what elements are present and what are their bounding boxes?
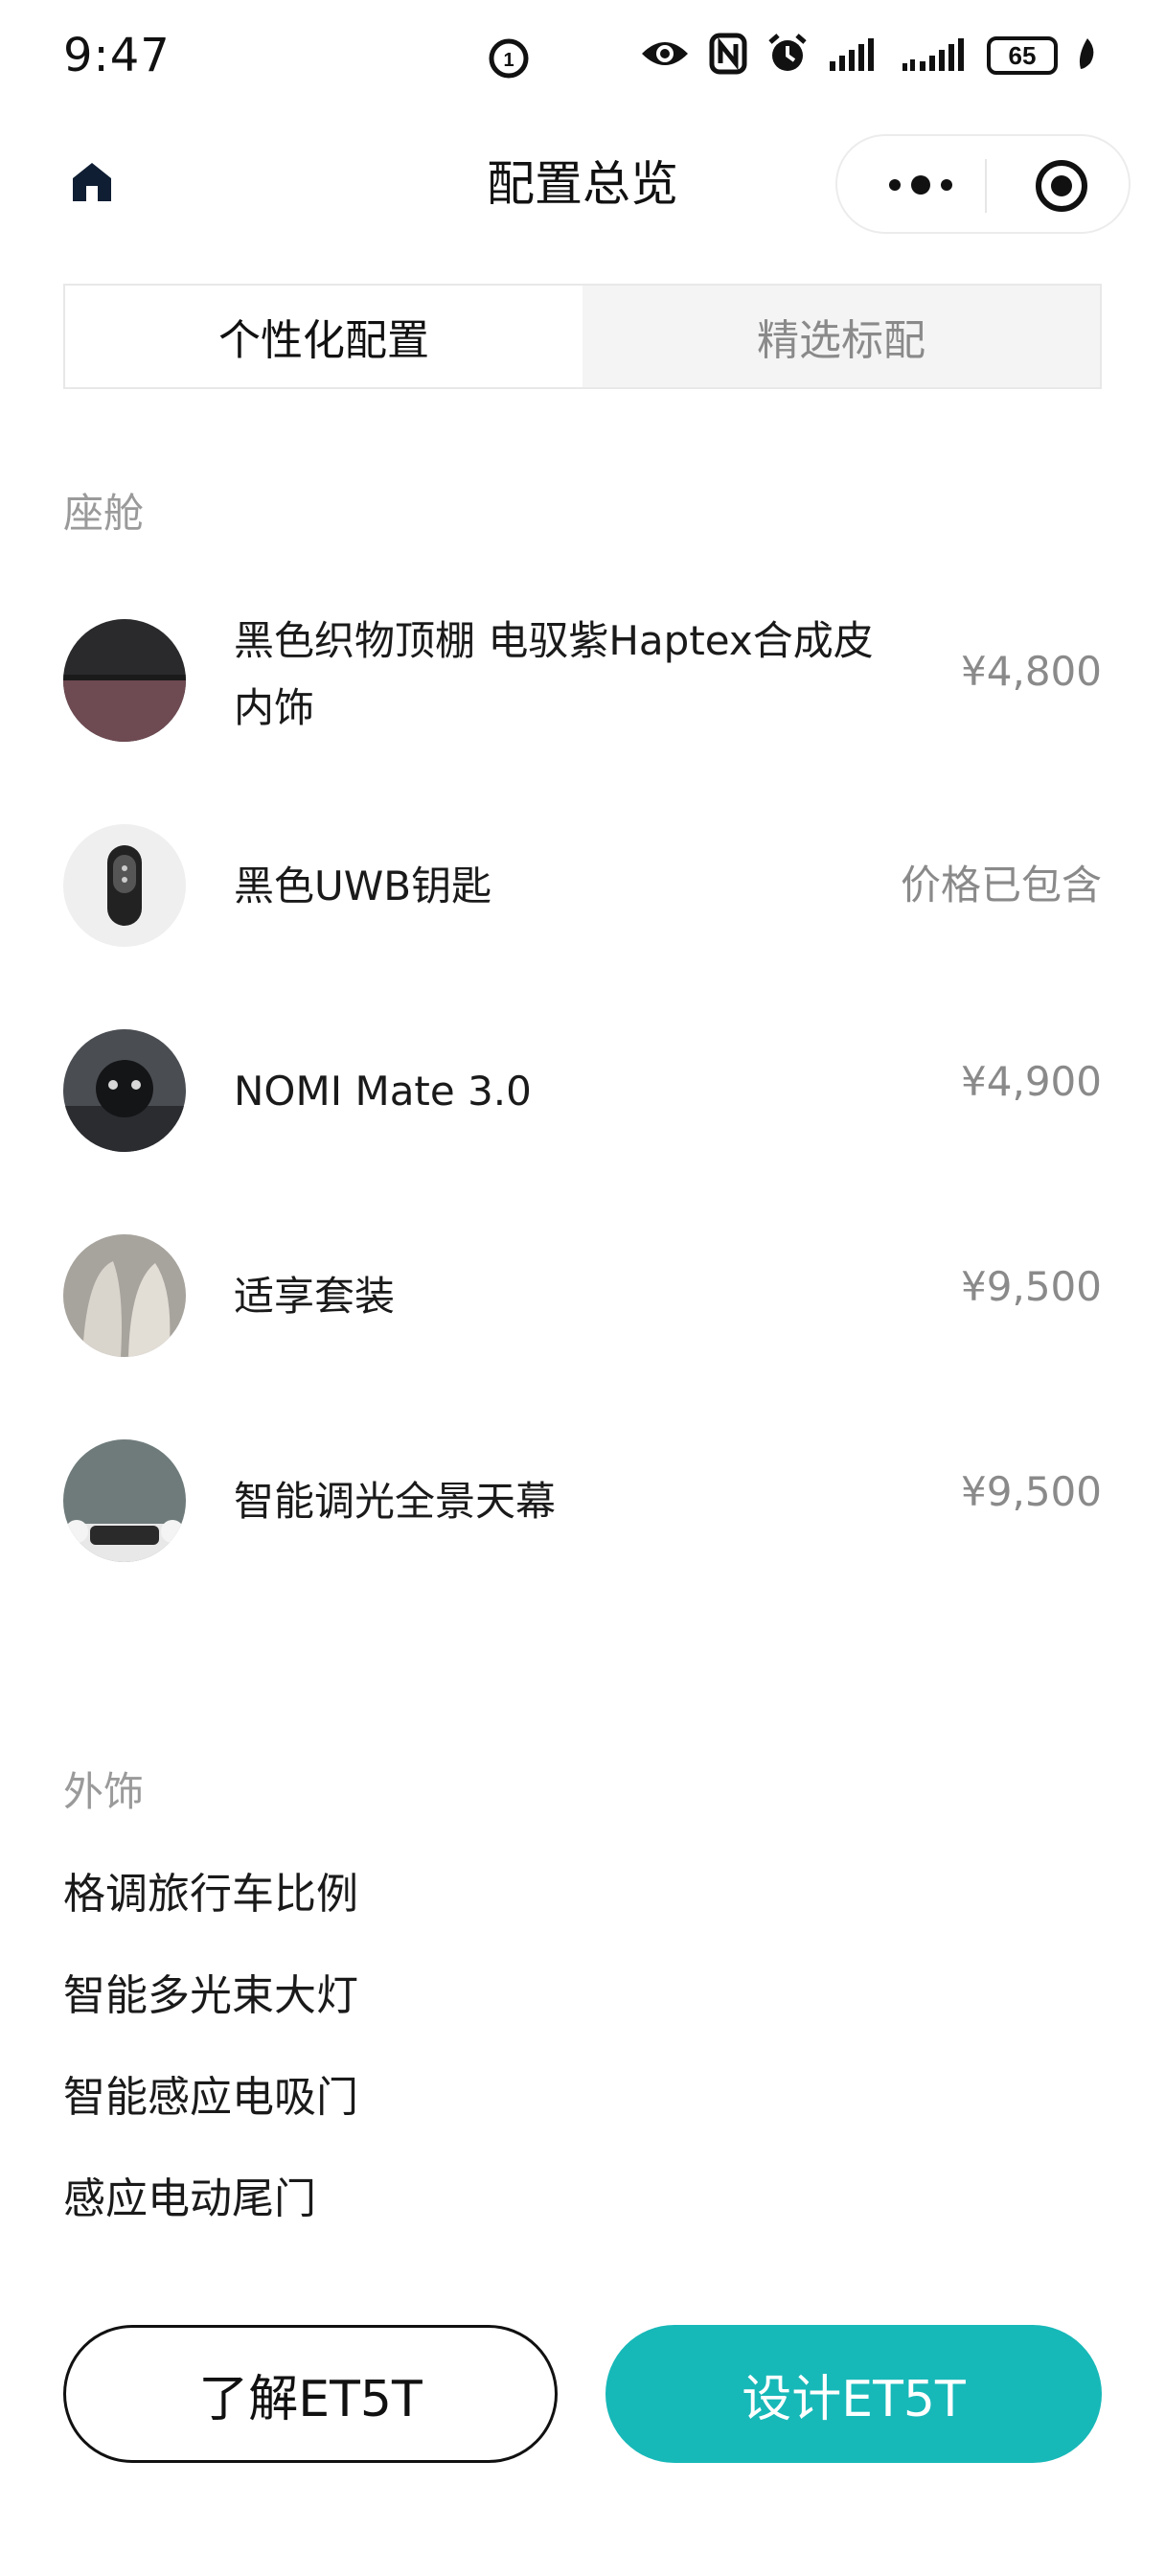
leaf-icon — [1077, 36, 1098, 75]
scroll-fade — [0, 2223, 1165, 2310]
section-label-exterior: 外饰 — [63, 1768, 145, 1815]
list-item: 智能多光束大灯 — [63, 1971, 358, 2020]
eye-comfort-icon — [640, 34, 690, 77]
section-label-cabin: 座舱 — [63, 490, 145, 537]
item-thumbnail — [63, 1234, 186, 1357]
tab-personalized[interactable]: 个性化配置 — [65, 286, 582, 387]
battery-icon: 65 — [987, 36, 1058, 75]
item-thumbnail — [63, 1439, 186, 1562]
mini-program-capsule — [835, 134, 1131, 234]
nav-bar: 配置总览 — [0, 125, 1165, 240]
item-price: ¥4,900 — [961, 1058, 1102, 1105]
list-item[interactable]: NOMI Mate 3.0 ¥4,900 — [63, 1029, 1102, 1154]
status-icons: 65 — [640, 33, 1098, 79]
config-tabs: 个性化配置 精选标配 — [63, 284, 1102, 389]
notification-badge-icon: 1 — [485, 34, 533, 82]
item-name: 适享套装 — [234, 1273, 396, 1320]
item-name-line1: 黑色织物顶棚 电驭紫Haptex合成皮 — [234, 617, 874, 664]
item-thumbnail — [63, 619, 186, 742]
list-item[interactable]: 黑色UWB钥匙 价格已包含 — [63, 824, 1102, 949]
list-item[interactable]: 黑色织物顶棚 电驭紫Haptex合成皮 内饰 ¥4,800 — [63, 617, 1102, 744]
status-time: 9:47 — [63, 29, 171, 82]
item-name: 智能调光全景天幕 — [234, 1478, 557, 1525]
item-price: ¥9,500 — [961, 1468, 1102, 1515]
tab-standard[interactable]: 精选标配 — [582, 286, 1100, 387]
item-name: NOMI Mate 3.0 — [234, 1068, 532, 1115]
item-price: ¥9,500 — [961, 1263, 1102, 1310]
signal-icon — [828, 34, 881, 77]
item-thumbnail — [63, 1029, 186, 1152]
item-price: 价格已包含 — [900, 862, 1102, 908]
item-thumbnail — [63, 824, 186, 947]
item-name: 黑色织物顶棚 电驭紫Haptex合成皮 内饰 — [234, 608, 962, 742]
list-item[interactable]: 智能调光全景天幕 ¥9,500 — [63, 1439, 1102, 1564]
nfc-icon — [709, 33, 747, 79]
item-price: ¥4,800 — [961, 648, 1102, 695]
list-item: 感应电动尾门 — [63, 2174, 316, 2223]
item-name-line2: 内饰 — [234, 684, 315, 731]
svg-text:1: 1 — [503, 50, 514, 71]
item-name: 黑色UWB钥匙 — [234, 862, 492, 909]
signal-icon — [901, 34, 968, 77]
design-button[interactable]: 设计ET5T — [605, 2325, 1102, 2463]
more-dots-icon[interactable] — [878, 161, 964, 209]
list-item: 格调旅行车比例 — [63, 1870, 358, 1919]
learn-button[interactable]: 了解ET5T — [63, 2325, 558, 2463]
alarm-icon — [766, 33, 809, 79]
list-item[interactable]: 适享套装 ¥9,500 — [63, 1234, 1102, 1359]
target-icon[interactable] — [1033, 157, 1090, 215]
list-item: 智能感应电吸门 — [63, 2073, 358, 2122]
status-bar: 9:47 1 65 — [0, 0, 1165, 115]
capsule-divider — [985, 159, 987, 213]
